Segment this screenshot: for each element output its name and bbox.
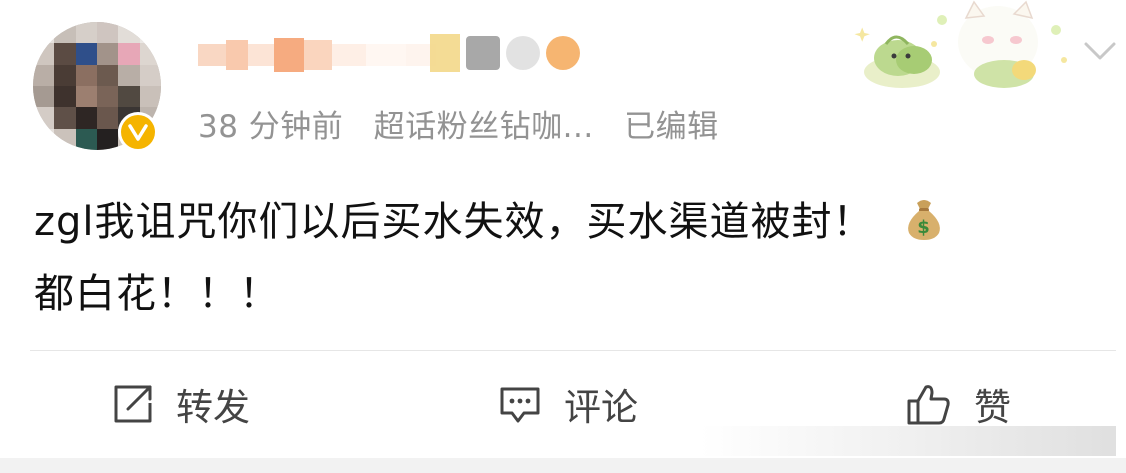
post-text-line-1: zgl我诅咒你们以后买水失效，买水渠道被封！ <box>34 199 874 245</box>
divider <box>30 350 1116 351</box>
verified-badge <box>118 112 158 152</box>
post-content-line: zgl我诅咒你们以后买水失效，买水渠道被封！ $ <box>34 186 1094 258</box>
like-button[interactable]: 赞 <box>906 378 1011 430</box>
user-badges-redacted <box>430 34 580 72</box>
repost-label: 转发 <box>176 386 250 429</box>
card-decoration-sticker <box>854 0 1067 88</box>
post-source[interactable]: 超话粉丝钻咖... <box>374 109 594 145</box>
post-content: zgl我诅咒你们以后买水失效，买水渠道被封！ $ 都白花！！！ <box>34 186 1094 330</box>
money-bag-icon: $ <box>908 200 941 240</box>
post-time: 38 分钟前 <box>198 109 344 145</box>
scrollbar[interactable] <box>700 426 1116 456</box>
post-meta: 38 分钟前 超话粉丝钻咖... 已编辑 <box>198 101 739 146</box>
post-text-line-2: 都白花！！！ <box>34 271 280 317</box>
like-label: 赞 <box>974 386 1011 429</box>
repost-button[interactable]: 转发 <box>112 378 250 430</box>
svg-text:$: $ <box>917 217 931 238</box>
bottom-separator <box>0 458 1126 473</box>
comment-button[interactable]: 评论 <box>498 378 638 430</box>
thumbs-up-icon <box>907 385 950 425</box>
chevron-down-icon[interactable] <box>1080 34 1120 68</box>
comment-label: 评论 <box>564 386 638 429</box>
username-redacted[interactable] <box>198 32 436 78</box>
verified-badge-icon <box>121 115 155 149</box>
edited-label[interactable]: 已编辑 <box>624 109 719 145</box>
comment-icon <box>500 387 540 423</box>
share-icon <box>114 385 152 423</box>
